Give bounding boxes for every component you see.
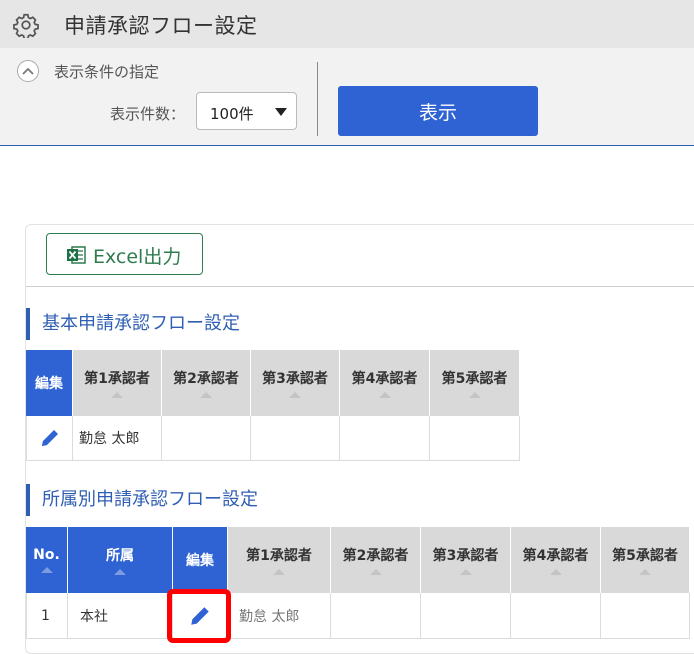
col-header-label: 第2承認者 bbox=[342, 548, 409, 564]
table-cell bbox=[511, 593, 601, 639]
gear-icon[interactable] bbox=[13, 12, 39, 38]
divider bbox=[317, 62, 318, 136]
col-header-label: 編集 bbox=[35, 376, 63, 392]
count-select-value: 100件 bbox=[210, 105, 254, 123]
table-cell: 本社 bbox=[68, 593, 173, 639]
col-header-approver-2[interactable]: 第2承認者 bbox=[162, 350, 251, 416]
col-header-label: 所属 bbox=[106, 548, 134, 564]
title-bar: 申請承認フロー設定 bbox=[0, 0, 694, 48]
table-cell bbox=[421, 593, 511, 639]
col-header-no[interactable]: No. bbox=[26, 527, 68, 593]
sort-icon bbox=[273, 569, 285, 575]
show-button[interactable]: 表示 bbox=[338, 86, 538, 136]
count-label: 表示件数： bbox=[110, 105, 186, 123]
col-header-label: 第1承認者 bbox=[84, 371, 150, 387]
col-header-label: 第4承認者 bbox=[351, 371, 418, 387]
conditions-label: 表示条件の指定 bbox=[54, 63, 160, 81]
table-cell: 勤怠 太郎 bbox=[228, 593, 331, 639]
sort-icon bbox=[639, 569, 651, 575]
sort-icon bbox=[378, 392, 391, 398]
col-header-approver-5[interactable]: 第5承認者 bbox=[601, 527, 690, 593]
col-header-approver-4[interactable]: 第4承認者 bbox=[340, 350, 430, 416]
sort-icon bbox=[459, 569, 472, 575]
basic-flow-title: 基本申請承認フロー設定 bbox=[26, 308, 240, 340]
col-header-approver-1[interactable]: 第1承認者 bbox=[228, 527, 331, 593]
sort-icon bbox=[111, 392, 123, 398]
table-cell bbox=[162, 416, 251, 461]
col-header-label: 編集 bbox=[186, 553, 214, 569]
col-header-label: 第3承認者 bbox=[432, 548, 499, 564]
col-header-label: 第4承認者 bbox=[522, 548, 589, 564]
edit-button[interactable] bbox=[26, 416, 73, 461]
sort-icon bbox=[549, 569, 562, 575]
col-header-approver-1[interactable]: 第1承認者 bbox=[73, 350, 162, 416]
chevron-up-icon bbox=[22, 67, 34, 75]
sort-icon bbox=[200, 392, 212, 398]
col-header-approver-3[interactable]: 第3承認者 bbox=[251, 350, 340, 416]
table-cell bbox=[331, 593, 421, 639]
table-cell: 1 bbox=[26, 593, 68, 639]
sort-icon bbox=[289, 392, 301, 398]
col-header-approver-2[interactable]: 第2承認者 bbox=[331, 527, 421, 593]
col-header-label: No. bbox=[33, 547, 60, 563]
count-select[interactable]: 100件 bbox=[196, 92, 297, 130]
col-header-label: 第5承認者 bbox=[441, 371, 508, 387]
col-header-label: 第5承認者 bbox=[612, 548, 678, 564]
col-header-approver-3[interactable]: 第3承認者 bbox=[421, 527, 511, 593]
table-cell: 勤怠 太郎 bbox=[73, 416, 162, 461]
display-conditions: 表示条件の指定 表示件数： 100件 表示 bbox=[0, 48, 694, 146]
dept-flow-title: 所属別申請承認フロー設定 bbox=[26, 484, 258, 516]
col-header-edit: 編集 bbox=[173, 527, 228, 593]
col-header-label: 第3承認者 bbox=[262, 371, 328, 387]
table-cell bbox=[601, 593, 690, 639]
collapse-toggle-button[interactable] bbox=[17, 60, 39, 82]
col-header-label: 第2承認者 bbox=[173, 371, 239, 387]
table-cell bbox=[340, 416, 430, 461]
dropdown-arrow-icon bbox=[275, 108, 287, 116]
excel-export-button[interactable]: Excel出力 bbox=[46, 233, 203, 275]
excel-export-label: Excel出力 bbox=[93, 246, 182, 268]
sort-icon bbox=[369, 569, 382, 575]
col-header-edit: 編集 bbox=[26, 350, 73, 416]
excel-icon bbox=[67, 246, 86, 264]
pencil-icon bbox=[41, 430, 58, 446]
divider bbox=[26, 286, 694, 287]
page-title: 申請承認フロー設定 bbox=[64, 14, 258, 38]
table-cell bbox=[251, 416, 340, 461]
col-header-approver-5[interactable]: 第5承認者 bbox=[430, 350, 520, 416]
col-header-label: 第1承認者 bbox=[246, 548, 312, 564]
col-header-department[interactable]: 所属 bbox=[68, 527, 173, 593]
col-header-approver-4[interactable]: 第4承認者 bbox=[511, 527, 601, 593]
highlight-box bbox=[167, 589, 231, 643]
sort-icon bbox=[468, 392, 481, 398]
sort-icon bbox=[40, 567, 53, 573]
sort-icon bbox=[114, 569, 126, 575]
table-cell bbox=[430, 416, 520, 461]
